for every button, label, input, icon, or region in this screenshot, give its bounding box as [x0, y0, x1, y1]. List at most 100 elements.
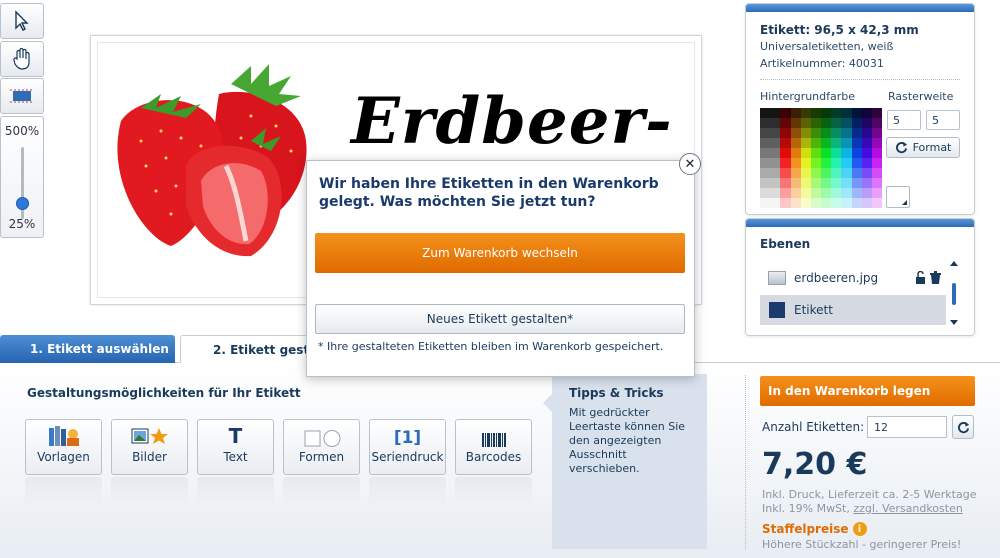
palette-swatch[interactable]	[831, 158, 842, 168]
palette-swatch[interactable]	[770, 118, 781, 128]
palette-swatch[interactable]	[790, 108, 801, 118]
palette-swatch[interactable]	[810, 158, 821, 168]
palette-swatch[interactable]	[780, 148, 791, 158]
palette-swatch[interactable]	[851, 138, 862, 148]
format-button[interactable]: Format	[886, 137, 960, 158]
quantity-input[interactable]: 12	[867, 416, 947, 438]
palette-swatch[interactable]	[851, 168, 862, 178]
serial-print-button[interactable]: [1] Seriendruck	[369, 419, 446, 475]
scroll-thumb[interactable]	[952, 283, 956, 305]
palette-swatch[interactable]	[770, 158, 781, 168]
palette-swatch[interactable]	[760, 138, 771, 148]
palette-swatch[interactable]	[851, 158, 862, 168]
grid-y-input[interactable]: 5	[926, 110, 960, 130]
tab-select-label[interactable]: 1. Etikett auswählen	[0, 335, 175, 363]
palette-swatch[interactable]	[790, 128, 801, 138]
palette-swatch[interactable]	[800, 198, 811, 208]
palette-swatch[interactable]	[861, 138, 872, 148]
shapes-button[interactable]: Formen	[283, 419, 360, 475]
palette-swatch[interactable]	[861, 178, 872, 188]
palette-swatch[interactable]	[871, 108, 882, 118]
palette-swatch[interactable]	[861, 168, 872, 178]
palette-swatch[interactable]	[780, 198, 791, 208]
palette-swatch[interactable]	[800, 148, 811, 158]
grid-x-input[interactable]: 5	[887, 110, 921, 130]
label-title-text[interactable]: Erdbeer-	[351, 84, 673, 159]
palette-swatch[interactable]	[871, 198, 882, 208]
palette-swatch[interactable]	[871, 158, 882, 168]
palette-swatch[interactable]	[780, 138, 791, 148]
unlock-icon[interactable]	[915, 270, 926, 287]
palette-swatch[interactable]	[800, 188, 811, 198]
palette-swatch[interactable]	[800, 118, 811, 128]
palette-swatch[interactable]	[851, 128, 862, 138]
color-swatch-button[interactable]	[886, 186, 910, 208]
palette-swatch[interactable]	[871, 128, 882, 138]
palette-swatch[interactable]	[861, 128, 872, 138]
trash-icon[interactable]	[930, 271, 941, 287]
palette-swatch[interactable]	[821, 188, 832, 198]
palette-swatch[interactable]	[861, 158, 872, 168]
palette-swatch[interactable]	[770, 188, 781, 198]
palette-swatch[interactable]	[821, 168, 832, 178]
palette-swatch[interactable]	[760, 168, 771, 178]
palette-swatch[interactable]	[831, 128, 842, 138]
palette-swatch[interactable]	[861, 118, 872, 128]
palette-swatch[interactable]	[851, 198, 862, 208]
palette-swatch[interactable]	[821, 128, 832, 138]
layer-item-label[interactable]: Etikett	[760, 295, 946, 325]
pan-tool-button[interactable]	[0, 41, 44, 77]
palette-swatch[interactable]	[770, 178, 781, 188]
palette-swatch[interactable]	[790, 198, 801, 208]
palette-swatch[interactable]	[841, 178, 852, 188]
palette-swatch[interactable]	[760, 178, 771, 188]
palette-swatch[interactable]	[810, 108, 821, 118]
shipping-link[interactable]: zzgl. Versandkosten	[853, 502, 962, 515]
scroll-down-icon[interactable]	[950, 320, 958, 325]
new-label-button[interactable]: Neues Etikett gestalten*	[315, 304, 685, 334]
palette-swatch[interactable]	[861, 198, 872, 208]
palette-swatch[interactable]	[780, 128, 791, 138]
palette-swatch[interactable]	[871, 148, 882, 158]
images-button[interactable]: Bilder	[111, 419, 188, 475]
palette-swatch[interactable]	[790, 188, 801, 198]
palette-swatch[interactable]	[851, 178, 862, 188]
select-tool-button[interactable]	[0, 3, 44, 39]
palette-swatch[interactable]	[800, 108, 811, 118]
palette-swatch[interactable]	[831, 118, 842, 128]
palette-swatch[interactable]	[810, 188, 821, 198]
palette-swatch[interactable]	[780, 118, 791, 128]
palette-swatch[interactable]	[831, 188, 842, 198]
palette-swatch[interactable]	[760, 148, 771, 158]
palette-swatch[interactable]	[770, 168, 781, 178]
fit-view-button[interactable]	[0, 78, 44, 114]
palette-swatch[interactable]	[800, 128, 811, 138]
palette-swatch[interactable]	[810, 168, 821, 178]
palette-swatch[interactable]	[871, 168, 882, 178]
palette-swatch[interactable]	[871, 178, 882, 188]
palette-swatch[interactable]	[790, 118, 801, 128]
palette-swatch[interactable]	[760, 128, 771, 138]
text-button[interactable]: T Text	[197, 419, 274, 475]
palette-swatch[interactable]	[851, 118, 862, 128]
palette-swatch[interactable]	[831, 108, 842, 118]
palette-swatch[interactable]	[810, 128, 821, 138]
go-to-cart-button[interactable]: Zum Warenkorb wechseln	[315, 233, 685, 273]
palette-swatch[interactable]	[851, 148, 862, 158]
add-to-cart-button[interactable]: In den Warenkorb legen	[760, 376, 975, 406]
color-palette[interactable]	[760, 108, 882, 208]
refresh-price-button[interactable]	[952, 415, 974, 439]
palette-swatch[interactable]	[810, 198, 821, 208]
palette-swatch[interactable]	[841, 198, 852, 208]
close-icon[interactable]: ✕	[679, 153, 701, 175]
palette-swatch[interactable]	[760, 198, 771, 208]
palette-swatch[interactable]	[831, 138, 842, 148]
palette-swatch[interactable]	[770, 128, 781, 138]
zoom-slider-knob[interactable]	[16, 197, 29, 210]
palette-swatch[interactable]	[810, 118, 821, 128]
palette-swatch[interactable]	[871, 138, 882, 148]
palette-swatch[interactable]	[841, 148, 852, 158]
palette-swatch[interactable]	[790, 138, 801, 148]
palette-swatch[interactable]	[780, 178, 791, 188]
palette-swatch[interactable]	[831, 168, 842, 178]
